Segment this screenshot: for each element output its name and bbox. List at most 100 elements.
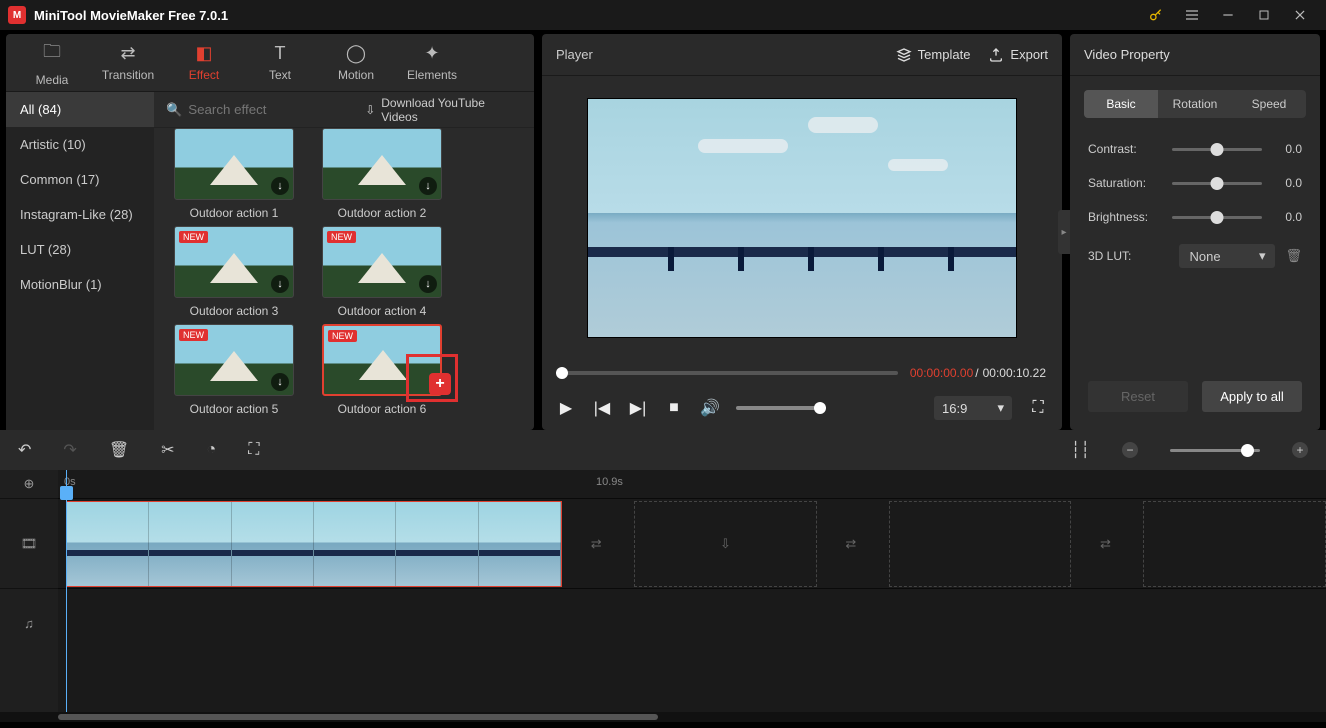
undo-button[interactable]: ↶ [18, 440, 31, 460]
tab-transition[interactable]: ⇄Transition [90, 43, 166, 82]
playback-slider[interactable] [556, 371, 898, 375]
audio-track-icon: ♫ [0, 588, 58, 658]
transition-slot[interactable]: ⇄ [831, 501, 871, 587]
download-icon[interactable]: ↓ [271, 177, 289, 195]
video-clip[interactable] [66, 501, 562, 587]
category-artistic[interactable]: Artistic (10) [6, 127, 154, 162]
add-track-button[interactable]: ⊕ [0, 470, 58, 498]
category-all[interactable]: All (84) [6, 92, 154, 127]
menu-icon[interactable] [1174, 0, 1210, 30]
app-logo-icon: M [8, 6, 26, 24]
effect-card[interactable]: ↓ Outdoor action 2 [312, 128, 452, 220]
tab-text[interactable]: TText [242, 43, 318, 82]
effect-card[interactable]: ↓ Outdoor action 1 [164, 128, 304, 220]
elements-icon: ✦ [394, 43, 470, 64]
next-frame-button[interactable]: ▶| [628, 398, 648, 418]
zoom-in-button[interactable]: + [1292, 442, 1308, 458]
tab-media[interactable]: 🗀Media [14, 39, 90, 87]
download-icon[interactable]: ↓ [271, 373, 289, 391]
video-preview [587, 98, 1017, 338]
title-bar: M MiniTool MovieMaker Free 7.0.1 [0, 0, 1326, 30]
speed-button[interactable]: ◔ [207, 441, 217, 459]
apply-all-button[interactable]: Apply to all [1202, 381, 1302, 412]
volume-slider[interactable] [736, 406, 826, 410]
trash-icon[interactable]: 🗑 [1285, 248, 1302, 264]
effect-icon: ◧ [166, 43, 242, 64]
property-title: Video Property [1070, 34, 1320, 76]
download-icon[interactable]: ↓ [419, 275, 437, 293]
timeline-panel: ↶ ↷ 🗑 ✂ ◔ ⛶ ┆┆ − + ⊕ 🎞 ♫ 0s 10.9s [0, 430, 1326, 722]
tab-elements[interactable]: ✦Elements [394, 43, 470, 82]
reset-button[interactable]: Reset [1088, 381, 1188, 412]
video-track-icon: 🎞 [0, 498, 58, 588]
player-panel: Player Template Export [542, 34, 1062, 430]
contrast-value: 0.0 [1272, 142, 1302, 156]
category-instagram[interactable]: Instagram-Like (28) [6, 197, 154, 232]
zoom-slider[interactable] [1170, 449, 1260, 452]
timeline-ruler[interactable]: 0s 10.9s [58, 470, 1326, 498]
redo-button[interactable]: ↷ [63, 440, 76, 460]
new-badge: NEW [179, 231, 208, 243]
download-icon[interactable]: ↓ [271, 275, 289, 293]
prop-tab-rotation[interactable]: Rotation [1158, 90, 1232, 118]
empty-clip-slot[interactable] [1143, 501, 1326, 587]
saturation-slider[interactable] [1172, 182, 1262, 185]
add-effect-button[interactable]: + [429, 373, 451, 395]
contrast-slider[interactable] [1172, 148, 1262, 151]
zoom-out-button[interactable]: − [1122, 442, 1138, 458]
transition-slot[interactable]: ⇄ [576, 501, 616, 587]
tab-motion[interactable]: ◯Motion [318, 43, 394, 82]
text-icon: T [242, 43, 318, 64]
empty-clip-slot[interactable]: ⇩ [634, 501, 817, 587]
new-badge: NEW [179, 329, 208, 341]
app-title: MiniTool MovieMaker Free 7.0.1 [34, 8, 228, 23]
playhead[interactable] [60, 486, 73, 500]
export-button[interactable]: Export [988, 47, 1048, 63]
prop-tab-speed[interactable]: Speed [1232, 90, 1306, 118]
category-common[interactable]: Common (17) [6, 162, 154, 197]
timeline-scrollbar[interactable] [0, 712, 1326, 722]
category-lut[interactable]: LUT (28) [6, 232, 154, 267]
fullscreen-button[interactable]: ⛶ [1028, 399, 1048, 417]
prop-tab-basic[interactable]: Basic [1084, 90, 1158, 118]
transition-slot[interactable]: ⇄ [1085, 501, 1125, 587]
time-total: 00:00:10.22 [983, 366, 1046, 380]
prev-frame-button[interactable]: |◀ [592, 398, 612, 418]
close-icon[interactable] [1282, 0, 1318, 30]
empty-clip-slot[interactable] [889, 501, 1072, 587]
effect-card-selected[interactable]: NEW + Outdoor action 6 [312, 324, 452, 416]
effect-card[interactable]: NEW↓ Outdoor action 3 [164, 226, 304, 318]
maximize-icon[interactable] [1246, 0, 1282, 30]
collapse-panel-button[interactable]: ▸ [1058, 210, 1070, 254]
search-input[interactable] [188, 102, 365, 117]
download-icon[interactable]: ↓ [419, 177, 437, 195]
brightness-label: Brightness: [1088, 210, 1162, 224]
folder-icon: 🗀 [14, 39, 90, 69]
tab-effect[interactable]: ◧Effect [166, 43, 242, 82]
crop-button[interactable]: ⛶ [248, 441, 259, 459]
saturation-value: 0.0 [1272, 176, 1302, 190]
template-icon [896, 47, 912, 63]
video-track[interactable]: ⇄ ⇩ ⇄ ⇄ [58, 498, 1326, 588]
lut-select[interactable]: None▾ [1179, 244, 1275, 268]
stop-button[interactable]: ■ [664, 399, 684, 417]
volume-icon[interactable]: 🔊 [700, 398, 720, 418]
effect-card[interactable]: NEW↓ Outdoor action 4 [312, 226, 452, 318]
category-motionblur[interactable]: MotionBlur (1) [6, 267, 154, 302]
aspect-ratio-select[interactable]: 16:9▾ [934, 396, 1012, 420]
brightness-slider[interactable] [1172, 216, 1262, 219]
audio-track[interactable] [58, 588, 1326, 658]
delete-button[interactable]: 🗑 [109, 440, 129, 460]
template-button[interactable]: Template [896, 47, 971, 63]
lut-label: 3D LUT: [1088, 249, 1162, 263]
contrast-label: Contrast: [1088, 142, 1162, 156]
effect-card[interactable]: NEW↓ Outdoor action 5 [164, 324, 304, 416]
player-title: Player [556, 47, 593, 62]
download-youtube-button[interactable]: ⇩Download YouTube Videos [365, 96, 522, 124]
play-button[interactable]: ▶ [556, 398, 576, 418]
new-badge: NEW [328, 330, 357, 342]
upgrade-key-icon[interactable] [1138, 0, 1174, 30]
minimize-icon[interactable] [1210, 0, 1246, 30]
split-button[interactable]: ✂ [161, 440, 174, 460]
snap-button[interactable]: ┆┆ [1071, 440, 1090, 460]
